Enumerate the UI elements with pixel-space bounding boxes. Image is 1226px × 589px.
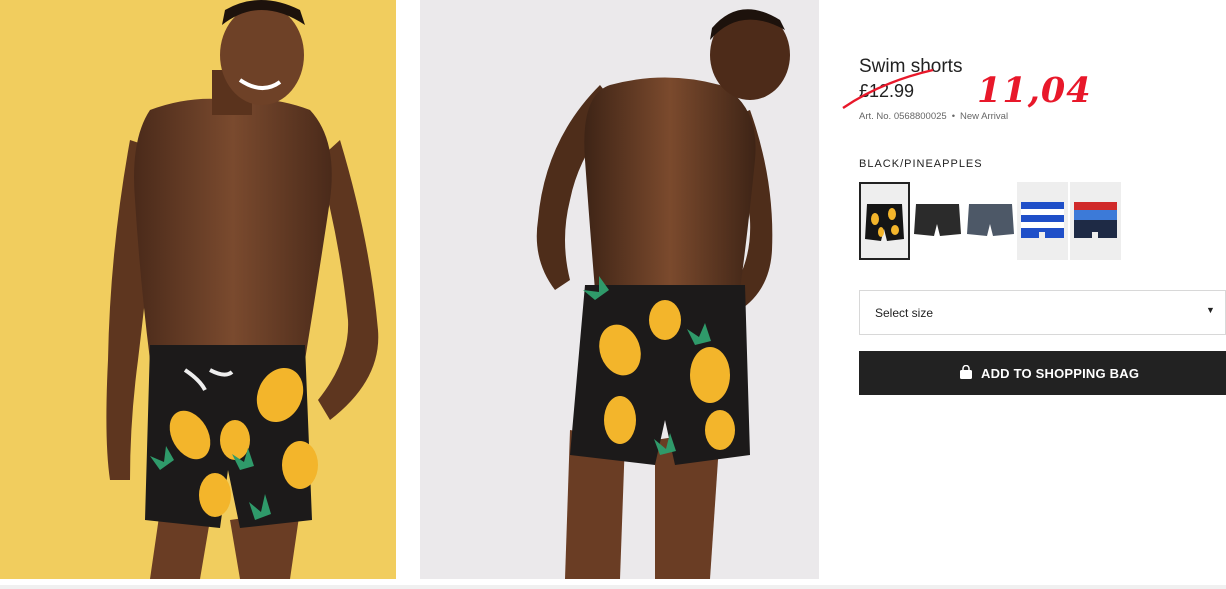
swatch-blue-grey[interactable] xyxy=(965,182,1016,260)
size-select[interactable]: Select size ▼ xyxy=(859,290,1226,335)
color-swatches xyxy=(859,182,1129,260)
shopping-bag-icon xyxy=(960,365,972,379)
add-to-bag-button[interactable]: ADD TO SHOPPING BAG xyxy=(859,351,1226,395)
article-separator: • xyxy=(951,111,956,122)
article-number: Art. No. 0568800025 xyxy=(859,111,947,122)
caret-down-icon: ▼ xyxy=(1206,305,1215,315)
article-line: Art. No. 0568800025 • New Arrival xyxy=(859,111,1008,122)
size-select-label: Select size xyxy=(875,306,934,320)
color-name: BLACK/PINEAPPLES xyxy=(859,158,983,170)
product-info-panel: Swim shorts £12.99 11,04 Art. No. 056880… xyxy=(842,0,1226,589)
add-to-bag-label: ADD TO SHOPPING BAG xyxy=(981,366,1140,381)
swatch-black-pineapples-image xyxy=(861,184,908,258)
handwritten-sale-price: 11,04 xyxy=(977,70,1092,111)
product-image-front[interactable] xyxy=(0,0,396,579)
swatch-red-blue-block-image xyxy=(1070,182,1121,260)
swatch-black-pineapples[interactable] xyxy=(859,182,910,260)
price-strike-annotation xyxy=(842,68,934,109)
page-divider xyxy=(0,585,1226,589)
swatch-blue-white-stripe[interactable] xyxy=(1017,182,1068,260)
swatch-blue-grey-image xyxy=(965,182,1016,260)
product-image-back[interactable] xyxy=(420,0,819,579)
model-front-illustration xyxy=(106,0,379,579)
model-back-illustration xyxy=(536,9,790,579)
new-arrival-badge: New Arrival xyxy=(960,111,1009,122)
swatch-red-blue-block[interactable] xyxy=(1070,182,1121,260)
swatch-dark-grey[interactable] xyxy=(912,182,963,260)
swatch-dark-grey-image xyxy=(912,182,963,260)
swatch-blue-white-stripe-image xyxy=(1017,182,1068,260)
